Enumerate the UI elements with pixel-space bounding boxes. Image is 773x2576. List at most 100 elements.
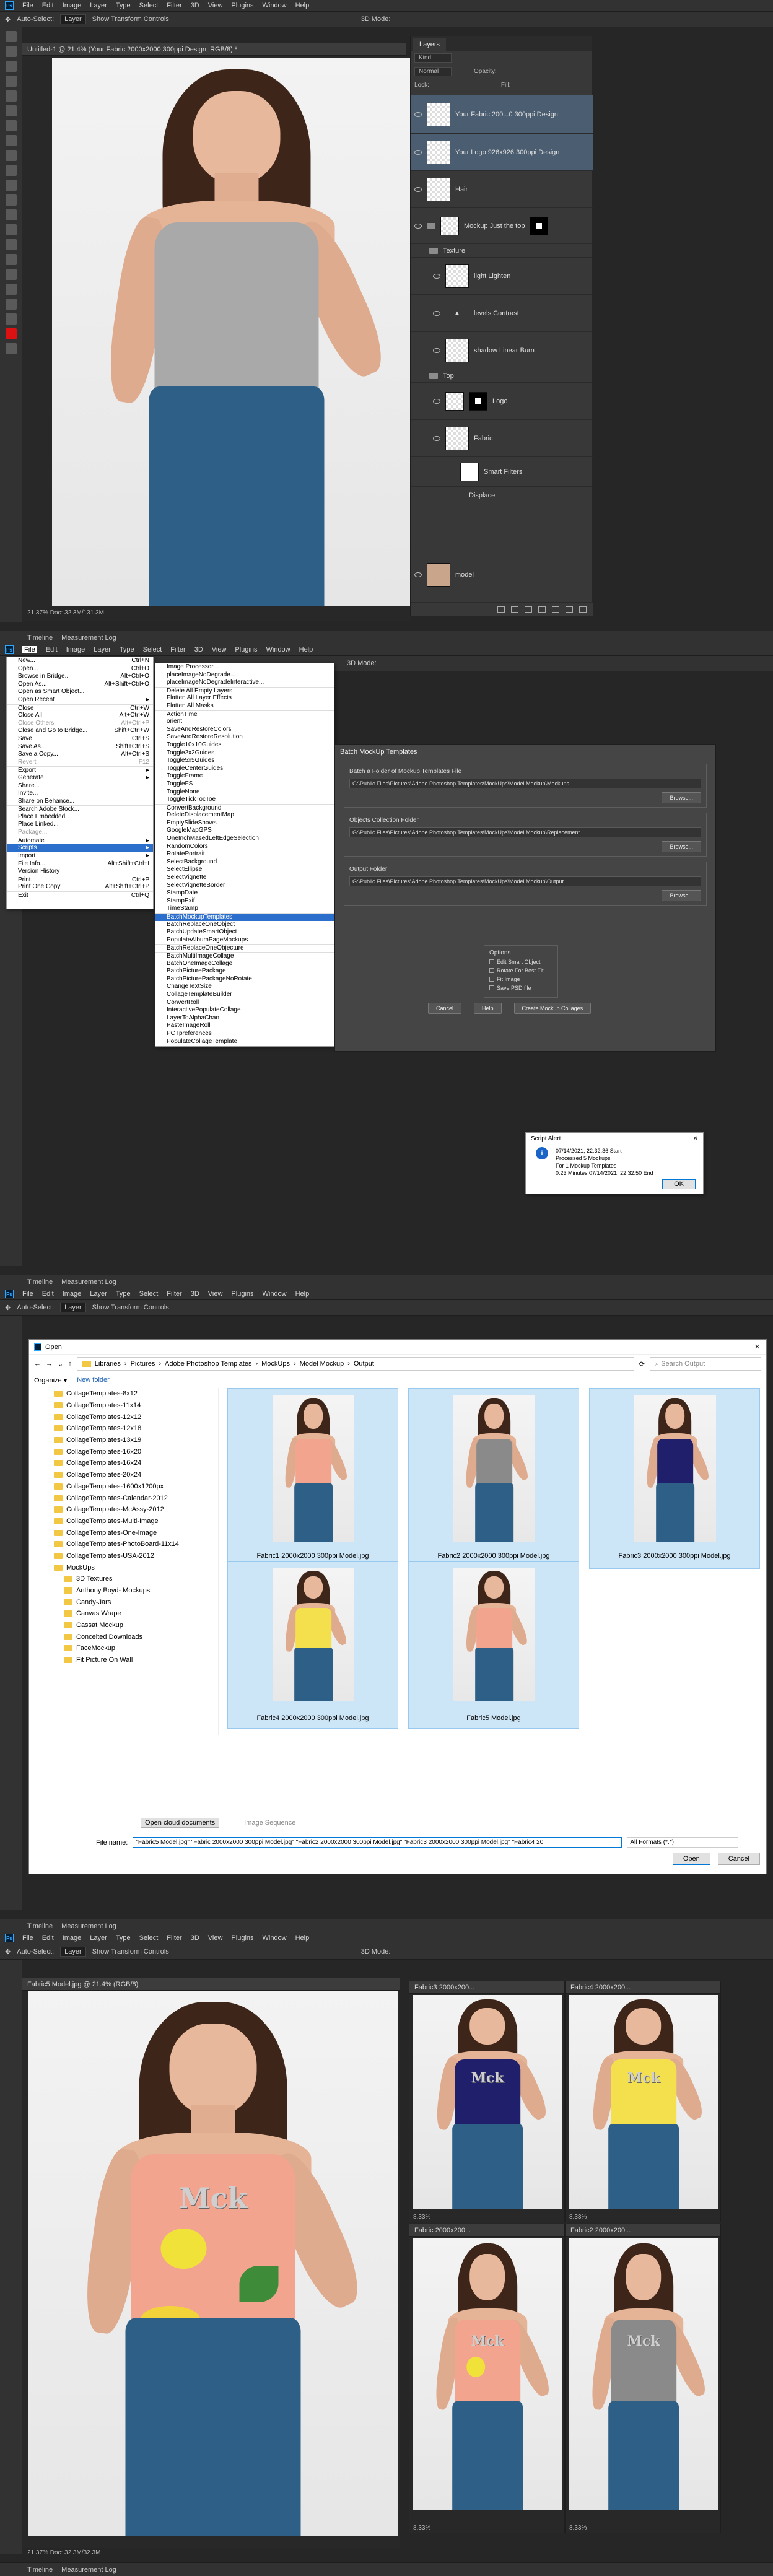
script-menu-item[interactable]: BatchReplaceOneObjecture xyxy=(155,944,334,952)
menu-view[interactable]: View xyxy=(212,646,227,653)
canvas-area[interactable]: Mck xyxy=(22,1991,400,2548)
menu-item[interactable]: File Info... Alt+Shift+Ctrl+I xyxy=(7,860,153,868)
script-menu-item[interactable]: Toggle2x2Guides xyxy=(155,749,334,758)
edit-smart-object-checkbox[interactable]: Edit Smart Object xyxy=(489,959,552,965)
layer-item[interactable]: shadow Linear Burn xyxy=(411,332,593,369)
tree-item[interactable]: CollageTemplates-12x18 xyxy=(29,1423,218,1434)
script-menu-item[interactable]: PopulateAlbumPageMockups xyxy=(155,937,334,945)
file-name-input[interactable]: "Fabric5 Model.jpg" "Fabric 2000x2000 30… xyxy=(133,1837,622,1848)
template-folder-path[interactable]: G:\Public Files\Pictures\Adobe Photoshop… xyxy=(349,779,701,788)
tree-item[interactable]: CollageTemplates-Multi-Image xyxy=(29,1516,218,1527)
auto-select-dropdown[interactable]: Layer xyxy=(60,1303,86,1312)
script-menu-item[interactable]: SelectVignetteBorder xyxy=(155,882,334,890)
new-layer-icon[interactable] xyxy=(566,606,573,613)
layer-item[interactable]: Displace xyxy=(411,487,593,504)
tree-item[interactable]: Conceited Downloads xyxy=(29,1631,218,1643)
menu-item[interactable]: Close Ctrl+W xyxy=(7,704,153,712)
tree-item[interactable]: Candy-Jars xyxy=(29,1596,218,1608)
tree-item[interactable]: Anthony Boyd- Mockups xyxy=(29,1585,218,1597)
script-menu-item[interactable]: ToggleNone xyxy=(155,788,334,797)
script-menu-item[interactable]: OneInchMasedLeftEdgeSelection xyxy=(155,835,334,843)
script-menu-item[interactable]: ToggleFS xyxy=(155,780,334,788)
rotate-best-fit-checkbox[interactable]: Rotate For Best Fit xyxy=(489,967,552,974)
close-icon[interactable]: ✕ xyxy=(693,1135,698,1142)
move-tool-icon[interactable]: ✥ xyxy=(5,1948,11,1956)
script-menu-item[interactable]: ActionTime xyxy=(155,710,334,718)
tree-item[interactable]: CollageTemplates-16x24 xyxy=(29,1457,218,1469)
tree-item[interactable]: CollageTemplates-1600x1200px xyxy=(29,1481,218,1493)
tree-item[interactable]: CollageTemplates-USA-2012 xyxy=(29,1550,218,1562)
eye-icon[interactable] xyxy=(414,223,422,229)
show-transform-controls[interactable]: Show Transform Controls xyxy=(92,15,169,23)
menu-view[interactable]: View xyxy=(208,1290,223,1298)
group-icon[interactable] xyxy=(552,606,559,613)
measurement-log-tab[interactable]: Measurement Log xyxy=(61,1923,116,1930)
menu-item[interactable]: Exit Ctrl+Q xyxy=(7,891,153,899)
dodge-icon[interactable] xyxy=(6,224,17,235)
timeline-tab[interactable]: Timeline xyxy=(27,2566,53,2574)
link-icon[interactable] xyxy=(497,606,505,613)
path-select-icon[interactable] xyxy=(6,269,17,280)
menu-select[interactable]: Select xyxy=(139,1934,159,1942)
close-icon[interactable]: ✕ xyxy=(754,1343,760,1351)
move-tool-icon[interactable]: ✥ xyxy=(5,1304,11,1312)
blur-icon[interactable] xyxy=(6,209,17,220)
ok-button[interactable]: OK xyxy=(662,1179,696,1189)
breadcrumb-item[interactable]: MockUps xyxy=(261,1360,290,1368)
script-menu-item[interactable]: StampDate xyxy=(155,889,334,897)
menu-image[interactable]: Image xyxy=(63,1934,82,1942)
layer-item[interactable]: Mockup Just the top xyxy=(411,208,593,244)
tree-item[interactable]: CollageTemplates-11x14 xyxy=(29,1400,218,1412)
menu-3d[interactable]: 3D xyxy=(191,2,199,9)
quick-mask-icon[interactable] xyxy=(6,343,17,354)
auto-select-label[interactable]: Auto-Select: xyxy=(17,1948,54,1955)
type-icon[interactable] xyxy=(6,254,17,265)
script-menu-item[interactable]: TimeStamp xyxy=(155,905,334,913)
menu-item[interactable]: Open as Smart Object... xyxy=(7,688,153,696)
menu-plugins[interactable]: Plugins xyxy=(231,1290,253,1298)
menu-item[interactable]: Version History xyxy=(7,868,153,876)
menu-item[interactable]: Automate ▸ xyxy=(7,836,153,845)
layer-item[interactable]: Texture xyxy=(411,244,593,258)
menu-item[interactable]: Import ▸ xyxy=(7,852,153,860)
menu-select[interactable]: Select xyxy=(139,2,159,9)
script-menu-item[interactable]: PCTpreferences xyxy=(155,1030,334,1038)
document-window[interactable]: Fabric3 2000x200... Mck 8.33% xyxy=(409,1981,565,2222)
tree-item[interactable]: CollageTemplates-20x24 xyxy=(29,1469,218,1481)
menu-layer[interactable]: Layer xyxy=(94,646,111,653)
menu-window[interactable]: Window xyxy=(263,1934,287,1942)
show-transform-controls[interactable]: Show Transform Controls xyxy=(92,1948,169,1955)
file-item[interactable]: Fabric2 2000x2000 300ppi Model.jpg xyxy=(408,1388,579,1569)
menu-edit[interactable]: Edit xyxy=(42,2,54,9)
chevron-down-icon[interactable]: ⌄ xyxy=(58,1360,63,1368)
script-menu-item[interactable]: ConvertRoll xyxy=(155,999,334,1007)
create-mockup-collages-button[interactable]: Create Mockup Collages xyxy=(513,1003,592,1014)
script-menu-item[interactable]: InteractivePopulateCollage xyxy=(155,1006,334,1015)
menu-help[interactable]: Help xyxy=(295,1290,310,1298)
tree-item[interactable]: 3D Textures xyxy=(29,1573,218,1585)
shape-icon[interactable] xyxy=(6,284,17,295)
file-item[interactable]: Fabric4 2000x2000 300ppi Model.jpg xyxy=(227,1561,398,1729)
tree-item[interactable]: CollageTemplates-McAssy-2012 xyxy=(29,1504,218,1516)
cancel-button[interactable]: Cancel xyxy=(717,1853,760,1865)
menu-help[interactable]: Help xyxy=(295,1934,310,1942)
crop-icon[interactable] xyxy=(6,90,17,102)
script-menu-item[interactable]: SelectVignette xyxy=(155,874,334,882)
history-brush-icon[interactable] xyxy=(6,165,17,176)
script-menu-item[interactable]: Toggle10x10Guides xyxy=(155,741,334,749)
auto-select-label[interactable]: Auto-Select: xyxy=(17,15,54,23)
save-psd-checkbox[interactable]: Save PSD file xyxy=(489,985,552,991)
eye-icon[interactable] xyxy=(433,398,440,404)
breadcrumb-item[interactable]: Pictures xyxy=(131,1360,155,1368)
script-menu-item[interactable]: BatchPicturePackage xyxy=(155,967,334,976)
tree-item[interactable]: CollageTemplates-One-Image xyxy=(29,1527,218,1539)
menu-view[interactable]: View xyxy=(208,2,223,9)
auto-select-dropdown[interactable]: Layer xyxy=(60,1947,86,1957)
script-menu-item[interactable]: RandomColors xyxy=(155,843,334,851)
menu-item[interactable]: Share on Behance... xyxy=(7,798,153,806)
layer-item[interactable]: Your Logo 926x926 300ppi Design xyxy=(411,134,593,171)
menu-window[interactable]: Window xyxy=(263,1290,287,1298)
tree-item[interactable]: CollageTemplates-8x12 xyxy=(29,1388,218,1400)
script-menu-item[interactable]: ToggleFrame xyxy=(155,772,334,780)
magic-wand-icon[interactable] xyxy=(6,76,17,87)
